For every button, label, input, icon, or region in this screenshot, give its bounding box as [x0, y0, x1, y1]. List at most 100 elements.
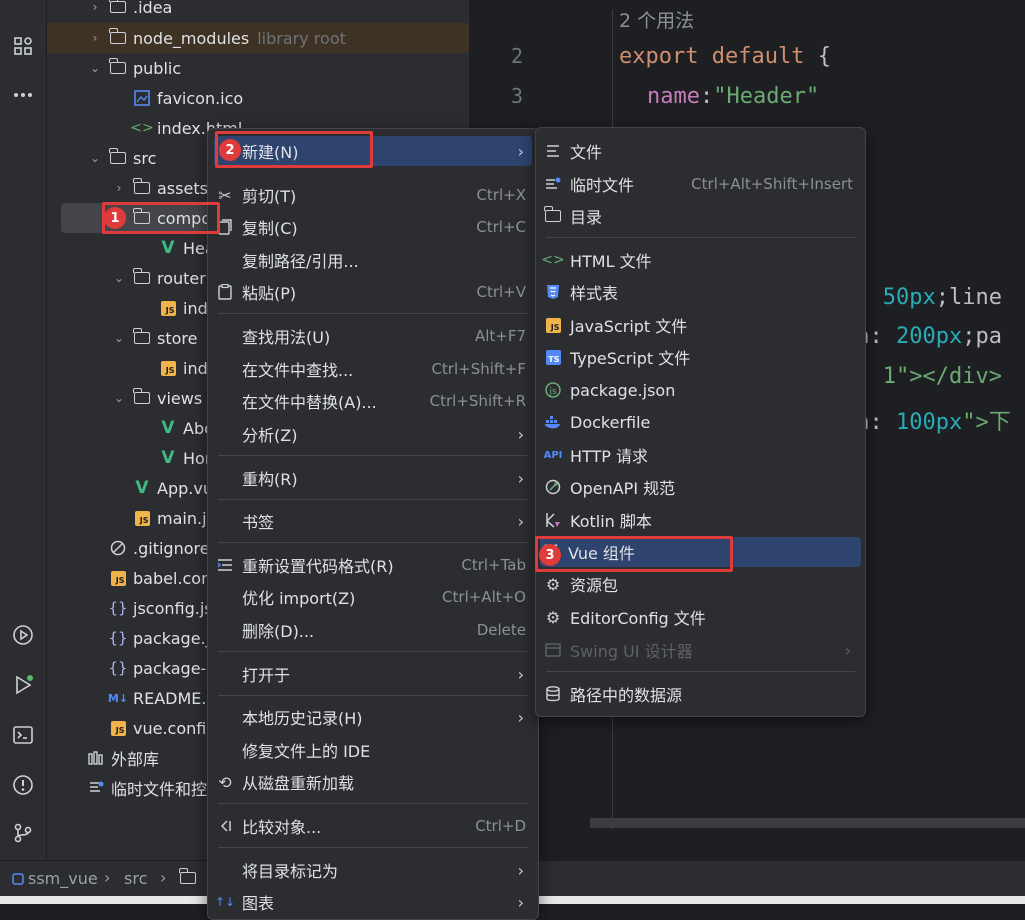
menu-separator: [546, 671, 855, 672]
folder-icon: [133, 178, 151, 197]
code-line-3: name:"Header": [647, 84, 820, 109]
structure-icon[interactable]: [0, 31, 46, 61]
menu-item-diagrams[interactable]: ↑↓ 图表 ›: [214, 887, 532, 917]
menu-separator: [218, 313, 528, 314]
line-number: 3: [510, 84, 523, 108]
menu-item-paste[interactable]: 粘贴(P) Ctrl+V: [214, 277, 532, 307]
menu-item-find-in-files[interactable]: 在文件中查找... Ctrl+Shift+F: [214, 354, 532, 384]
services-icon[interactable]: [0, 620, 46, 650]
menu-item-mark-directory-as[interactable]: 将目录标记为 ›: [214, 855, 532, 885]
chevron-down-icon: ⌄: [113, 271, 125, 285]
menu-item-cut[interactable]: ✂ 剪切(T) Ctrl+X: [214, 180, 532, 210]
submenu-item-file[interactable]: 文件: [542, 136, 859, 166]
step-badge-1: 1: [104, 207, 126, 229]
usage-hint[interactable]: 2 个用法: [619, 6, 694, 33]
submenu-item-stylesheet[interactable]: 样式表: [542, 277, 859, 307]
js-file-icon: JS: [542, 317, 564, 333]
menu-separator: [218, 455, 528, 456]
tool-window-strip: [0, 0, 47, 860]
submenu-item-typescript-file[interactable]: TS TypeScript 文件: [542, 342, 859, 372]
js-file-icon: JS: [109, 569, 127, 587]
npm-icon: js: [542, 382, 564, 398]
more-icon[interactable]: [0, 80, 46, 110]
submenu-item-editorconfig[interactable]: ⚙ EditorConfig 文件: [542, 602, 859, 632]
reload-icon: ⟲: [218, 772, 232, 792]
image-file-icon: [133, 89, 151, 107]
menu-separator: [218, 651, 528, 652]
submenu-item-kotlin-script[interactable]: Kotlin 脚本: [542, 505, 859, 535]
terminal-icon[interactable]: [0, 720, 46, 750]
tree-row-public[interactable]: ⌄ public: [47, 53, 509, 83]
submenu-item-dockerfile[interactable]: Dockerfile: [542, 407, 859, 437]
submenu-arrow-icon: ›: [517, 664, 524, 684]
js-file-icon: JS: [159, 359, 177, 377]
submenu-item-data-source-in-path[interactable]: 路径中的数据源: [542, 679, 859, 709]
menu-item-reload-from-disk[interactable]: ⟲ 从磁盘重新加载: [214, 767, 532, 797]
git-icon[interactable]: [0, 818, 46, 848]
submenu-arrow-icon: ›: [517, 141, 524, 161]
submenu-arrow-icon: ›: [517, 424, 524, 444]
diagram-icon: ↑↓: [214, 895, 236, 909]
submenu-item-http-request[interactable]: API HTTP 请求: [542, 440, 859, 470]
step-badge-3: 3: [539, 544, 561, 566]
submenu-arrow-icon: ›: [517, 511, 524, 531]
html-file-icon: <>: [130, 120, 154, 136]
menu-item-open-in[interactable]: 打开于 ›: [214, 659, 532, 689]
menu-item-copy[interactable]: 复制(C) Ctrl+C: [214, 212, 532, 242]
chevron-down-icon: ⌄: [89, 61, 101, 75]
database-icon: [542, 686, 564, 702]
horizontal-scrollbar[interactable]: [590, 818, 1025, 828]
tree-row-idea[interactable]: › .idea: [47, 0, 509, 22]
folder-icon: [133, 388, 151, 407]
markdown-file-icon: M↓: [107, 691, 129, 705]
menu-item-repair-ide[interactable]: 修复文件上的 IDE: [214, 735, 532, 765]
menu-item-find-usages[interactable]: 查找用法(U) Alt+F7: [214, 321, 532, 351]
vue-file-icon: V: [161, 448, 175, 468]
breadcrumb-separator: ›: [104, 868, 111, 887]
submenu-item-directory[interactable]: 目录: [542, 201, 859, 231]
folder-icon: [542, 206, 564, 222]
js-file-icon: JS: [133, 509, 151, 527]
vue-file-icon: V: [135, 478, 149, 498]
menu-item-replace-in-files[interactable]: 在文件中替换(A)... Ctrl+Shift+R: [214, 386, 532, 416]
submenu-item-javascript-file[interactable]: JS JavaScript 文件: [542, 310, 859, 340]
menu-item-copy-path[interactable]: 复制路径/引用...: [214, 245, 532, 275]
menu-item-analyze[interactable]: 分析(Z) ›: [214, 419, 532, 449]
html-file-icon: <>: [541, 252, 565, 268]
folder-icon: [133, 328, 151, 347]
menu-item-delete[interactable]: 删除(D)... Delete: [214, 615, 532, 645]
submenu-item-package-json[interactable]: js package.json: [542, 375, 859, 405]
menu-separator: [218, 542, 528, 543]
menu-item-optimize-imports[interactable]: 优化 import(Z) Ctrl+Alt+O: [214, 582, 532, 612]
scratch-icon: [87, 779, 105, 797]
menu-item-reformat-code[interactable]: 重新设置代码格式(R) Ctrl+Tab: [214, 550, 532, 580]
submenu-arrow-icon: ›: [517, 468, 524, 488]
kotlin-icon: [542, 512, 564, 528]
menu-item-bookmarks[interactable]: 书签 ›: [214, 506, 532, 536]
submenu-item-openapi[interactable]: OpenAPI 规范: [542, 472, 859, 502]
submenu-arrow-icon: ›: [517, 892, 524, 912]
menu-item-compare-with[interactable]: 比较对象... Ctrl+D: [214, 811, 532, 841]
menu-item-refactor[interactable]: 重构(R) ›: [214, 463, 532, 493]
module-icon: [12, 870, 24, 889]
submenu-item-scratch-file[interactable]: 临时文件 Ctrl+Alt+Shift+Insert: [542, 169, 859, 199]
gear-icon: ⚙: [545, 607, 561, 627]
svg-text:js: js: [549, 387, 558, 397]
breadcrumb-src[interactable]: src: [124, 869, 147, 888]
json-file-icon: {}: [108, 599, 128, 617]
js-file-icon: JS: [159, 299, 177, 317]
chevron-down-icon: ⌄: [113, 391, 125, 405]
submenu-item-resource-bundle[interactable]: ⚙ 资源包: [542, 569, 859, 599]
problems-icon[interactable]: [0, 770, 46, 800]
submenu-item-html-file[interactable]: <> HTML 文件: [541, 245, 859, 275]
run-icon[interactable]: [0, 670, 46, 700]
breadcrumb-project[interactable]: ssm_vue: [28, 869, 98, 888]
code-fragment-2: th: 200px;pa: [843, 324, 1002, 349]
tree-row-node-modules[interactable]: › node_modules library root: [47, 23, 509, 53]
menu-item-local-history[interactable]: 本地历史记录(H) ›: [214, 702, 532, 732]
submenu-item-swing-ui-designer: Swing UI 设计器 ›: [542, 635, 859, 665]
folder-icon: [133, 268, 151, 287]
breadcrumb-separator: ›: [160, 868, 167, 887]
docker-icon: [542, 415, 564, 429]
library-root-hint: library root: [257, 28, 346, 48]
